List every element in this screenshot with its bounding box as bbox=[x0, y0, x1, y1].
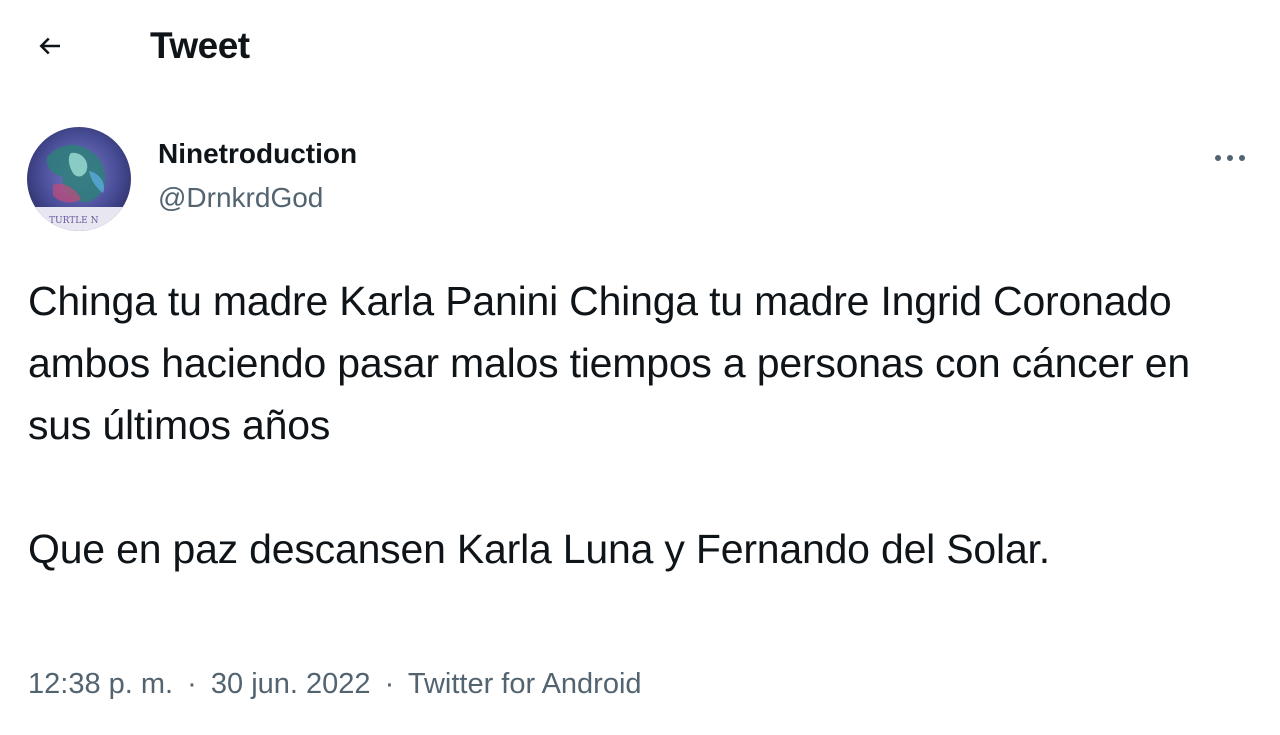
more-horizontal-icon bbox=[1215, 155, 1245, 161]
avatar[interactable]: TURTLE N bbox=[27, 127, 131, 231]
author-handle[interactable]: @DrnkrdGod bbox=[158, 181, 323, 215]
arrow-left-icon bbox=[39, 37, 60, 55]
page-title: Tweet bbox=[150, 25, 250, 66]
more-options-button[interactable] bbox=[1207, 143, 1253, 173]
avatar-caption: TURTLE N bbox=[49, 216, 99, 226]
back-button[interactable] bbox=[22, 18, 78, 74]
tweet-source[interactable]: Twitter for Android bbox=[408, 668, 642, 700]
tweet-paragraph: Chinga tu madre Karla Panini Chinga tu m… bbox=[28, 278, 1190, 448]
author-display-name[interactable]: Ninetroduction bbox=[158, 137, 357, 171]
tweet-date[interactable]: 30 jun. 2022 bbox=[211, 668, 371, 700]
tweet-metadata: 12:38 p. m. · 30 jun. 2022 · Twitter for… bbox=[28, 664, 642, 704]
tweet-text: Chinga tu madre Karla Panini Chinga tu m… bbox=[28, 270, 1238, 580]
tweet-author: TURTLE N Ninetroduction @DrnkrdGod bbox=[27, 127, 1253, 231]
meta-separator: · bbox=[187, 668, 197, 700]
tweet-paragraph: Que en paz descansen Karla Luna y Fernan… bbox=[28, 526, 1050, 572]
tweet-time[interactable]: 12:38 p. m. bbox=[28, 668, 173, 700]
header-bar: Tweet bbox=[0, 0, 1280, 92]
meta-separator: · bbox=[384, 668, 395, 700]
avatar-image: TURTLE N bbox=[27, 127, 131, 231]
